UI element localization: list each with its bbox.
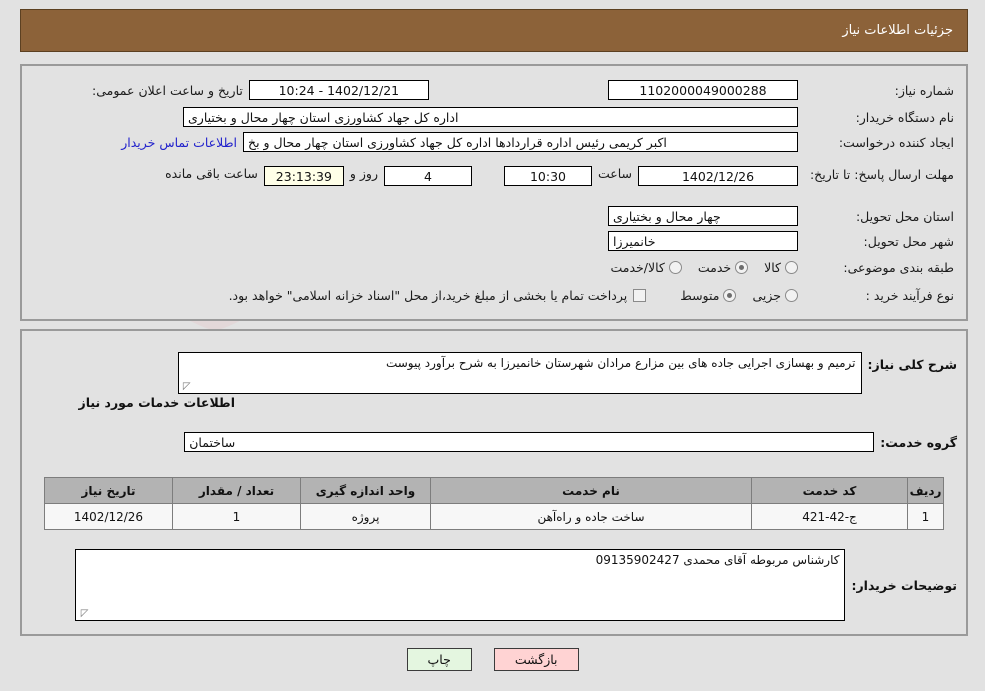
buyer-notes-label: توضیحات خریدار: xyxy=(851,577,957,593)
row-public-announce: 1402/12/21 - 10:24 تاریخ و ساعت اعلان عم… xyxy=(92,80,429,100)
row-deadline: مهلت ارسال پاسخ: تا تاریخ: 1402/12/26 سا… xyxy=(165,166,954,186)
print-button[interactable]: چاپ xyxy=(406,648,472,671)
province-field[interactable]: چهار محال و بختیاری xyxy=(608,206,798,226)
general-desc-textarea[interactable]: ترمیم و بهسازی اجرایی جاده های بین مزارع… xyxy=(177,352,862,394)
process-radio-motavaset[interactable]: متوسط xyxy=(670,288,737,303)
process-label: نوع فرآیند خرید : xyxy=(865,288,954,303)
row-province: استان محل تحویل: چهار محال و بختیاری xyxy=(608,206,954,226)
cell-quantity: 1 xyxy=(172,503,301,530)
province-label: استان محل تحویل: xyxy=(855,208,954,224)
radio-icon xyxy=(723,289,737,302)
col-need-date: تاریخ نیاز xyxy=(44,477,173,504)
service-group-label: گروه خدمت: xyxy=(880,434,957,450)
page-header: جزئیات اطلاعات نیاز xyxy=(20,9,968,52)
countdown-timer-field: 23:13:39 xyxy=(263,166,344,186)
cell-service-code: ج-42-421 xyxy=(751,503,908,530)
radio-icon xyxy=(735,261,749,274)
col-service-code: کد خدمت xyxy=(751,477,908,504)
table-header-row: ردیف کد خدمت نام خدمت واحد اندازه گیری ت… xyxy=(44,477,944,504)
category-option-label: کالا xyxy=(764,260,781,275)
row-category: طبقه بندی موضوعی: کالا خدمت کالا/خدمت xyxy=(600,260,954,275)
category-radio-kala-khedmat[interactable]: کالا/خدمت xyxy=(600,260,682,275)
remaining-hours-label: ساعت باقی مانده xyxy=(165,166,258,181)
process-option-label: جزیی xyxy=(752,288,781,303)
need-info-panel: شماره نیاز: 1102000049000288 1402/12/21 … xyxy=(20,64,968,321)
row-service-group: گروه خدمت: ساختمان xyxy=(184,432,957,452)
creator-field[interactable]: اکبر کریمی رئیس اداره قراردادها اداره کل… xyxy=(243,132,798,152)
radio-icon xyxy=(785,289,798,302)
hour-label: ساعت xyxy=(597,166,632,181)
services-table: ردیف کد خدمت نام خدمت واحد اندازه گیری ت… xyxy=(44,477,944,530)
need-number-field[interactable]: 1102000049000288 xyxy=(608,80,798,100)
public-announce-field[interactable]: 1402/12/21 - 10:24 xyxy=(248,80,429,100)
general-desc-value: ترمیم و بهسازی اجرایی جاده های بین مزارع… xyxy=(385,356,856,370)
category-radio-khedmat[interactable]: خدمت xyxy=(688,260,749,275)
buyer-contact-link[interactable]: اطلاعات تماس خریدار xyxy=(121,135,237,150)
row-creator: ایجاد کننده درخواست: اکبر کریمی رئیس ادا… xyxy=(121,132,954,152)
col-unit: واحد اندازه گیری xyxy=(300,477,431,504)
buyer-notes-textarea[interactable]: کارشناس مربوطه آقای محمدی 09135902427 ◸ xyxy=(75,549,846,621)
deadline-label: مهلت ارسال پاسخ: تا تاریخ: xyxy=(809,167,954,182)
row-process: نوع فرآیند خرید : جزیی متوسط پرداخت تمام… xyxy=(229,288,954,303)
city-field[interactable]: خانمیرزا xyxy=(608,231,798,251)
services-heading: اطلاعات خدمات مورد نیاز xyxy=(78,395,236,410)
page-root: AriaTender.net جزئیات اطلاعات نیاز شماره… xyxy=(0,0,985,691)
cell-service-name: ساخت جاده و راه‌آهن xyxy=(430,503,752,530)
cell-unit: پروژه xyxy=(300,503,431,530)
cell-need-date: 1402/12/26 xyxy=(44,503,173,530)
col-quantity: تعداد / مقدار xyxy=(172,477,301,504)
back-button[interactable]: بازگشت xyxy=(493,648,579,671)
table-row[interactable]: 1 ج-42-421 ساخت جاده و راه‌آهن پروژه 1 1… xyxy=(44,503,944,530)
deadline-time-field[interactable]: 10:30 xyxy=(503,166,592,186)
row-buyer-org: نام دستگاه خریدار: اداره کل جهاد کشاورزی… xyxy=(183,107,954,127)
resize-grip-icon[interactable]: ◸ xyxy=(78,609,89,619)
buyer-org-field[interactable]: اداره کل جهاد کشاورزی استان چهار محال و … xyxy=(183,107,798,127)
creator-label: ایجاد کننده درخواست: xyxy=(838,134,954,150)
row-need-number: شماره نیاز: 1102000049000288 xyxy=(608,80,954,100)
general-desc-label: شرح کلی نیاز: xyxy=(867,357,957,372)
category-radio-kala[interactable]: کالا xyxy=(754,260,798,275)
service-group-field[interactable]: ساختمان xyxy=(184,432,875,452)
public-announce-label: تاریخ و ساعت اعلان عمومی: xyxy=(92,82,243,98)
days-label: روز و xyxy=(349,166,378,181)
process-radio-jozii[interactable]: جزیی xyxy=(742,288,798,303)
buyer-notes-value: کارشناس مربوطه آقای محمدی 09135902427 xyxy=(595,553,840,567)
row-general-description: شرح کلی نیاز: ترمیم و بهسازی اجرایی جاده… xyxy=(177,352,957,394)
col-service-name: نام خدمت xyxy=(430,477,752,504)
radio-icon xyxy=(668,261,682,274)
col-row-no: ردیف xyxy=(907,477,944,504)
page-title: جزئیات اطلاعات نیاز xyxy=(842,23,953,38)
remaining-days-field[interactable]: 4 xyxy=(383,166,472,186)
treasury-checkbox-label: پرداخت تمام یا بخشی از مبلغ خرید،از محل … xyxy=(228,288,628,303)
process-option-label: متوسط xyxy=(680,288,720,303)
deadline-date-field[interactable]: 1402/12/26 xyxy=(638,166,798,186)
footer-button-bar: بازگشت چاپ xyxy=(0,648,985,671)
category-option-label: کالا/خدمت xyxy=(610,260,665,275)
city-label: شهر محل تحویل: xyxy=(863,233,954,249)
need-number-label: شماره نیاز: xyxy=(894,82,954,98)
radio-icon xyxy=(785,261,798,274)
category-option-label: خدمت xyxy=(697,260,732,275)
resize-grip-icon[interactable]: ◸ xyxy=(181,382,191,392)
row-city: شهر محل تحویل: خانمیرزا xyxy=(608,231,954,251)
buyer-org-label: نام دستگاه خریدار: xyxy=(855,109,954,125)
row-buyer-notes: توضیحات خریدار: کارشناس مربوطه آقای محمد… xyxy=(75,549,957,621)
treasury-checkbox[interactable] xyxy=(633,289,647,302)
category-label: طبقه بندی موضوعی: xyxy=(843,260,954,275)
cell-row-no: 1 xyxy=(907,503,944,530)
